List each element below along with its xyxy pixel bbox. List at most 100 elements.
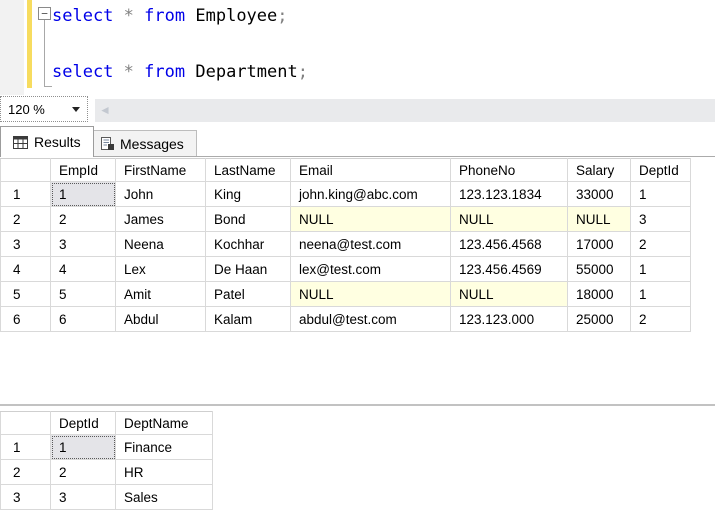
row-number[interactable]: 6: [1, 307, 51, 332]
grid-cell[interactable]: King: [206, 182, 291, 207]
column-header[interactable]: LastName: [206, 159, 291, 182]
column-header[interactable]: DeptId: [51, 412, 116, 435]
table-row: 33NeenaKochharneena@test.com123.456.4568…: [1, 232, 691, 257]
sql-token: from: [144, 62, 185, 82]
grid-cell[interactable]: john.king@abc.com: [291, 182, 451, 207]
grid-cell[interactable]: NULL: [291, 207, 451, 232]
results-panel-border: [0, 156, 715, 157]
column-header[interactable]: DeptName: [116, 412, 213, 435]
sql-token: [113, 62, 123, 82]
grid-cell[interactable]: 2: [631, 307, 691, 332]
column-header[interactable]: Salary: [568, 159, 631, 182]
grid-cell[interactable]: 6: [51, 307, 116, 332]
results-grid-icon: [13, 136, 28, 149]
sql-code-line[interactable]: select * from Department;: [52, 60, 308, 84]
grid-cell[interactable]: Abdul: [116, 307, 206, 332]
column-header[interactable]: DeptId: [631, 159, 691, 182]
code-fold-collapse-icon[interactable]: −: [38, 7, 51, 20]
scroll-left-icon[interactable]: ◄: [99, 102, 111, 118]
grid-cell[interactable]: 1: [51, 435, 116, 460]
grid-cell[interactable]: 1: [631, 257, 691, 282]
row-number[interactable]: 1: [1, 435, 51, 460]
grid-cell[interactable]: De Haan: [206, 257, 291, 282]
grid-cell[interactable]: Lex: [116, 257, 206, 282]
department-results-grid: DeptIdDeptName11Finance22HR33Sales: [0, 411, 213, 510]
grid-cell[interactable]: 123.123.1834: [451, 182, 568, 207]
table-row: 22JamesBondNULLNULLNULL3: [1, 207, 691, 232]
row-number[interactable]: 1: [1, 182, 51, 207]
grid-cell[interactable]: 5: [51, 282, 116, 307]
row-number[interactable]: 3: [1, 485, 51, 510]
sql-token: [113, 6, 123, 26]
grid-cell[interactable]: NULL: [291, 282, 451, 307]
sql-token: [134, 62, 144, 82]
grid-cell[interactable]: 3: [51, 232, 116, 257]
grid-cell[interactable]: 1: [51, 182, 116, 207]
sql-token: *: [124, 6, 134, 26]
grid-cell[interactable]: 33000: [568, 182, 631, 207]
grid-cell[interactable]: Kochhar: [206, 232, 291, 257]
sql-token: ;: [298, 62, 308, 82]
grid-splitter[interactable]: [0, 404, 715, 406]
tab-messages[interactable]: Messages: [87, 130, 197, 156]
sql-token: Employee: [195, 6, 277, 26]
grid-cell[interactable]: 2: [51, 460, 116, 485]
grid-cell[interactable]: Patel: [206, 282, 291, 307]
grid-corner-cell[interactable]: [1, 412, 51, 435]
grid-cell[interactable]: 1: [631, 282, 691, 307]
grid-cell[interactable]: lex@test.com: [291, 257, 451, 282]
column-header[interactable]: PhoneNo: [451, 159, 568, 182]
column-header[interactable]: EmpId: [51, 159, 116, 182]
grid-cell[interactable]: Kalam: [206, 307, 291, 332]
column-header[interactable]: FirstName: [116, 159, 206, 182]
sql-token: [185, 62, 195, 82]
column-header[interactable]: Email: [291, 159, 451, 182]
row-number[interactable]: 5: [1, 282, 51, 307]
change-tracking-bar: [27, 0, 32, 88]
row-number[interactable]: 4: [1, 257, 51, 282]
grid-cell[interactable]: Finance: [116, 435, 213, 460]
sql-editor[interactable]: − select * from Employee;select * from D…: [0, 0, 715, 95]
row-number[interactable]: 2: [1, 460, 51, 485]
grid-cell[interactable]: NULL: [451, 207, 568, 232]
grid-cell[interactable]: 1: [631, 182, 691, 207]
grid-cell[interactable]: neena@test.com: [291, 232, 451, 257]
row-number[interactable]: 2: [1, 207, 51, 232]
grid-corner-cell[interactable]: [1, 159, 51, 182]
grid-cell[interactable]: HR: [116, 460, 213, 485]
grid-cell[interactable]: 25000: [568, 307, 631, 332]
sql-token: [185, 6, 195, 26]
table-row: 33Sales: [1, 485, 213, 510]
grid-cell[interactable]: 2: [631, 232, 691, 257]
sql-token: select: [52, 6, 113, 26]
grid-cell[interactable]: 123.123.000: [451, 307, 568, 332]
messages-icon: [100, 137, 114, 151]
grid-cell[interactable]: 3: [51, 485, 116, 510]
grid-cell[interactable]: 3: [631, 207, 691, 232]
sql-code-line[interactable]: select * from Employee;: [52, 4, 288, 28]
grid-cell[interactable]: abdul@test.com: [291, 307, 451, 332]
row-number[interactable]: 3: [1, 232, 51, 257]
grid-cell[interactable]: John: [116, 182, 206, 207]
grid-cell[interactable]: 17000: [568, 232, 631, 257]
editor-horizontal-scrollbar[interactable]: ◄: [95, 99, 715, 122]
grid-cell[interactable]: Amit: [116, 282, 206, 307]
grid-cell[interactable]: NULL: [451, 282, 568, 307]
grid-cell[interactable]: 55000: [568, 257, 631, 282]
grid-cell[interactable]: 123.456.4568: [451, 232, 568, 257]
grid-cell[interactable]: 123.456.4569: [451, 257, 568, 282]
grid-cell[interactable]: 18000: [568, 282, 631, 307]
grid-cell[interactable]: James: [116, 207, 206, 232]
tab-results[interactable]: Results: [0, 126, 94, 157]
editor-zoom-select[interactable]: 120 %: [0, 96, 88, 122]
grid-cell[interactable]: Sales: [116, 485, 213, 510]
grid-cell[interactable]: Bond: [206, 207, 291, 232]
fold-region-line-end: [44, 86, 52, 87]
tab-messages-label: Messages: [120, 136, 184, 152]
chevron-down-icon: [72, 107, 80, 112]
results-tabstrip: Results Messages: [0, 123, 715, 156]
grid-cell[interactable]: NULL: [568, 207, 631, 232]
grid-cell[interactable]: Neena: [116, 232, 206, 257]
grid-cell[interactable]: 4: [51, 257, 116, 282]
grid-cell[interactable]: 2: [51, 207, 116, 232]
